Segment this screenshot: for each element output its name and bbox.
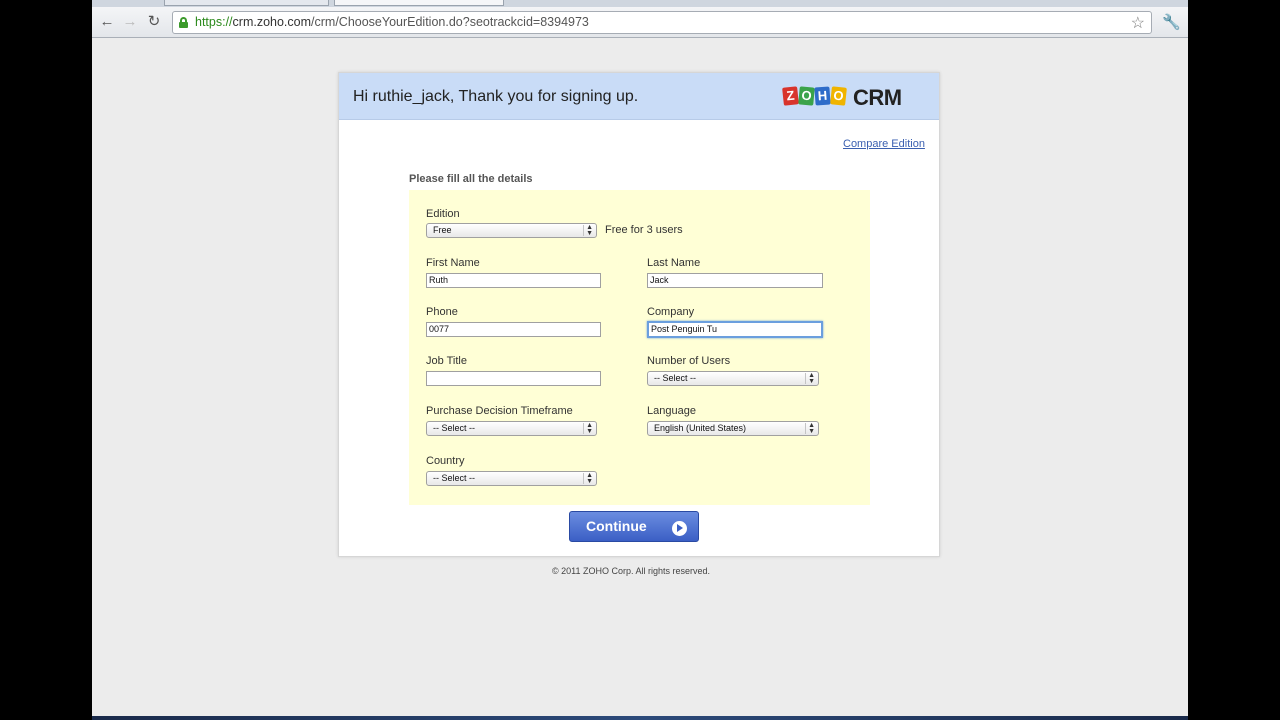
bookmark-star-icon[interactable]: ☆: [1131, 13, 1145, 33]
reload-icon[interactable]: ↻: [145, 13, 163, 31]
copyright-text: © 2011 ZOHO Corp. All rights reserved.: [552, 566, 711, 576]
timeframe-label: Purchase Decision Timeframe: [426, 405, 573, 417]
back-arrow-icon[interactable]: ←: [98, 13, 116, 31]
continue-button[interactable]: Continue: [569, 511, 699, 542]
browser-toolbar: ← → ↻ https://crm.zoho.com/crm/ChooseYou…: [92, 7, 1188, 38]
number-of-users-value: -- Select --: [654, 373, 697, 383]
greeting-text: Hi ruthie_jack, Thank you for signing up…: [353, 88, 639, 105]
edition-hint: Free for 3 users: [605, 224, 683, 236]
phone-label: Phone: [426, 306, 458, 318]
language-value: English (United States): [654, 423, 747, 433]
timeframe-value: -- Select --: [433, 423, 476, 433]
last-name-input[interactable]: Jack: [647, 273, 823, 288]
select-arrows-icon: ▲ ▼: [586, 422, 593, 435]
language-label: Language: [647, 405, 696, 417]
select-arrows-icon: ▲ ▼: [808, 372, 815, 385]
signup-card: Hi ruthie_jack, Thank you for signing up…: [338, 72, 940, 557]
number-of-users-label: Number of Users: [647, 355, 731, 367]
first-name-input[interactable]: Ruth: [426, 273, 601, 288]
language-select[interactable]: English (United States) ▲ ▼: [647, 421, 819, 436]
signup-form: Edition Free ▲ ▼ Free for 3 users First N…: [409, 190, 870, 505]
tab-gmail[interactable]: [164, 0, 329, 6]
form-title: Please fill all the details: [409, 173, 533, 185]
country-value: -- Select --: [433, 473, 476, 483]
logo-tile-z: Z: [782, 86, 799, 106]
continue-button-label: Continue: [586, 518, 647, 534]
edition-select-value: Free: [433, 225, 452, 235]
phone-input[interactable]: 0077: [426, 322, 601, 337]
play-circle-icon: [672, 521, 687, 536]
desktop-left: [0, 0, 92, 720]
last-name-label: Last Name: [647, 257, 701, 269]
country-select[interactable]: -- Select -- ▲ ▼: [426, 471, 597, 486]
company-label: Company: [647, 306, 695, 318]
tab-zoho-crm[interactable]: [334, 0, 504, 6]
logo-crm-text: CRM: [853, 85, 902, 110]
address-bar[interactable]: https://crm.zoho.com/crm/ChooseYourEditi…: [172, 11, 1152, 34]
compare-edition-link[interactable]: Compare Edition: [843, 138, 925, 150]
wrench-icon[interactable]: 🔧: [1162, 13, 1181, 31]
logo-tile-h: H: [814, 86, 831, 106]
desktop-right: [1188, 0, 1280, 720]
tab-strip: [92, 0, 1188, 7]
logo-tile-o2: O: [830, 86, 847, 106]
card-header: Hi ruthie_jack, Thank you for signing up…: [339, 73, 939, 120]
forward-arrow-icon[interactable]: →: [121, 13, 139, 31]
select-arrows-icon: ▲ ▼: [808, 422, 815, 435]
edition-select[interactable]: Free ▲ ▼: [426, 223, 597, 238]
company-input[interactable]: Post Penguin Tu: [647, 321, 823, 338]
job-title-label: Job Title: [426, 355, 467, 367]
country-label: Country: [426, 455, 465, 467]
job-title-input[interactable]: [426, 371, 601, 386]
url-text: https://crm.zoho.com/crm/ChooseYourEditi…: [195, 15, 589, 29]
number-of-users-select[interactable]: -- Select -- ▲ ▼: [647, 371, 819, 386]
zoho-crm-logo: Z O H O CRM: [782, 85, 935, 110]
edition-label: Edition: [426, 208, 460, 220]
first-name-label: First Name: [426, 257, 480, 269]
select-arrows-icon: ▲ ▼: [586, 472, 593, 485]
lock-icon: [179, 17, 188, 28]
timeframe-select[interactable]: -- Select -- ▲ ▼: [426, 421, 597, 436]
logo-tile-o1: O: [798, 86, 815, 106]
browser-window: ← → ↻ https://crm.zoho.com/crm/ChooseYou…: [92, 0, 1188, 716]
select-arrows-icon: ▲ ▼: [586, 224, 593, 237]
